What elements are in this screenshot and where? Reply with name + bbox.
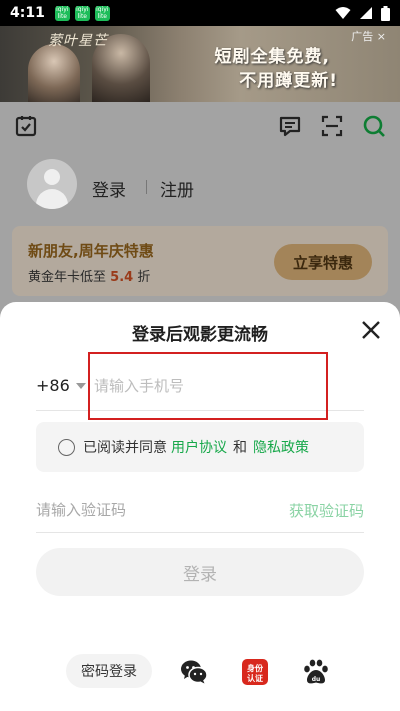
- highlight-box: [88, 352, 328, 420]
- identity-badge-text-2: 认证: [247, 673, 263, 683]
- privacy-policy-link[interactable]: 隐私政策: [253, 437, 309, 457]
- promo-button[interactable]: 立享特惠: [274, 244, 372, 280]
- identity-badge-text-1: 身份: [247, 663, 264, 673]
- signal-icon: [360, 7, 372, 19]
- promo-discount: 5.4: [110, 270, 134, 285]
- battery-icon: [381, 5, 390, 21]
- ad-close-label[interactable]: 广告 ×: [351, 28, 386, 44]
- wifi-icon: [335, 7, 351, 19]
- calendar-check-icon[interactable]: [14, 114, 38, 138]
- close-icon[interactable]: [360, 319, 382, 341]
- status-time: 4:11: [10, 5, 45, 21]
- agreement-row: 已阅读并同意 用户协议 和 隐私政策: [36, 422, 364, 472]
- app-notification-icon: iqiyi lite: [54, 5, 70, 21]
- scan-icon[interactable]: [320, 114, 344, 138]
- banner-ad[interactable]: 萦叶星芒 广告 × 短剧全集免费, 不用蹲更新!: [0, 26, 400, 102]
- identity-verification-icon[interactable]: 身份 认证: [241, 658, 269, 686]
- login-button[interactable]: 登录: [36, 548, 364, 596]
- promo-card[interactable]: 新朋友,周年庆特惠 黄金年卡低至 5.4 折 立享特惠: [12, 226, 388, 296]
- profile-login-link[interactable]: 登录: [92, 176, 126, 201]
- app-notification-icon: iqiyi lite: [94, 5, 110, 21]
- search-icon[interactable]: [362, 114, 386, 138]
- country-code-label: +86: [36, 376, 70, 395]
- verification-code-input[interactable]: [36, 496, 256, 524]
- status-icons: [335, 5, 390, 21]
- wechat-icon[interactable]: [180, 658, 208, 686]
- code-underline: [36, 532, 364, 533]
- banner-actress-image: [28, 44, 80, 102]
- chevron-down-icon: [75, 382, 86, 389]
- svg-text:du: du: [312, 676, 321, 683]
- banner-logo: 萦叶星芒: [48, 33, 108, 49]
- divider: [146, 180, 147, 194]
- password-login-button[interactable]: 密码登录: [66, 654, 152, 688]
- status-bar: 4:11 iqiyi lite iqiyi lite iqiyi lite: [0, 0, 400, 26]
- login-sheet: 登录后观影更流畅 +86 已阅读并同意 用户协议 和 隐私政策 获取验证码 登录…: [0, 302, 400, 711]
- app-notification-icon: iqiyi lite: [74, 5, 90, 21]
- banner-headline-1: 短剧全集免费,: [214, 47, 330, 67]
- baidu-paw-icon[interactable]: du: [302, 658, 330, 686]
- agreement-prefix: 已阅读并同意: [83, 440, 167, 456]
- sheet-title: 登录后观影更流畅: [132, 325, 268, 345]
- agreement-and: 和: [233, 440, 247, 456]
- promo-subtitle: 黄金年卡低至 5.4 折: [28, 270, 151, 285]
- message-icon[interactable]: [278, 114, 302, 138]
- avatar[interactable]: [27, 159, 77, 209]
- get-code-button[interactable]: 获取验证码: [289, 500, 364, 521]
- country-code-selector[interactable]: +86: [36, 376, 86, 395]
- banner-headline-2: 不用蹲更新!: [239, 71, 338, 91]
- profile-register-link[interactable]: 注册: [160, 176, 194, 201]
- promo-title: 新朋友,周年庆特惠: [28, 242, 154, 260]
- agreement-radio[interactable]: [58, 438, 75, 456]
- user-agreement-link[interactable]: 用户协议: [171, 437, 227, 457]
